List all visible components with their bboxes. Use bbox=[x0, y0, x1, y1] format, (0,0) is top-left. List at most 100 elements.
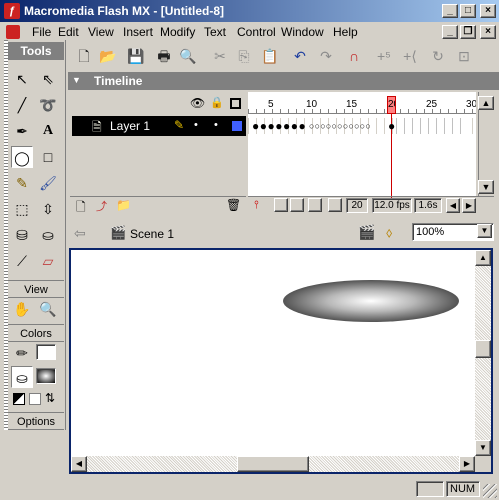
menu-window[interactable]: Window bbox=[281, 25, 324, 39]
document-icon[interactable] bbox=[6, 25, 20, 39]
lasso-tool-icon[interactable]: ➰ bbox=[37, 94, 59, 116]
save-icon[interactable]: 💾 bbox=[126, 46, 146, 66]
empty-frame-circles[interactable]: ○○○○○○○○○○○ bbox=[309, 118, 371, 134]
layer-name[interactable]: Layer 1 bbox=[110, 119, 150, 133]
cut-icon[interactable]: ✂ bbox=[210, 46, 230, 66]
menu-text[interactable]: Text bbox=[204, 25, 226, 39]
oval-tool-icon[interactable]: ◯ bbox=[11, 146, 33, 168]
stage-scroll-down-button[interactable]: ▼ bbox=[475, 440, 491, 456]
paste-icon[interactable]: 📋 bbox=[260, 46, 280, 66]
brush-tool-icon[interactable]: 🖌 bbox=[37, 172, 59, 194]
maximize-button[interactable]: □ bbox=[460, 4, 476, 18]
stage-canvas[interactable]: ▲ ▼ ◀ ▶ bbox=[69, 248, 493, 474]
zoom-tool-icon[interactable]: 🔍 bbox=[37, 298, 59, 320]
fill-transform-tool-icon[interactable]: ⇳ bbox=[37, 198, 59, 220]
free-transform-tool-icon[interactable]: ⬚ bbox=[11, 198, 33, 220]
eyedropper-tool-icon[interactable]: ⟋ bbox=[11, 250, 33, 272]
add-motion-guide-icon[interactable]: ⤴ bbox=[96, 198, 107, 214]
open-folder-icon[interactable]: 📂 bbox=[98, 46, 118, 66]
rectangle-tool-icon[interactable]: □ bbox=[37, 146, 59, 168]
print-icon[interactable]: 🖶 bbox=[154, 46, 174, 66]
undo-icon[interactable]: ↶ bbox=[290, 46, 310, 66]
lock-icon[interactable]: 🔒 bbox=[210, 96, 224, 109]
smooth-icon[interactable]: +⁵ bbox=[374, 46, 394, 66]
stage-scroll-left-button[interactable]: ◀ bbox=[71, 456, 87, 472]
tools-title[interactable]: Tools bbox=[8, 42, 64, 60]
outline-color-square[interactable] bbox=[232, 121, 242, 131]
close-button[interactable]: × bbox=[480, 4, 496, 18]
menu-insert[interactable]: Insert bbox=[123, 25, 153, 39]
pencil-tool-icon[interactable]: ✎ bbox=[11, 172, 33, 194]
onion-skin-icon[interactable] bbox=[274, 198, 288, 212]
menu-control[interactable]: Control bbox=[237, 25, 276, 39]
stage-scroll-right-button[interactable]: ▶ bbox=[459, 456, 475, 472]
redo-icon[interactable]: ↷ bbox=[316, 46, 336, 66]
scroll-down-button[interactable]: ▼ bbox=[478, 180, 494, 194]
delete-layer-icon[interactable]: 🗑 bbox=[226, 198, 241, 212]
doc-close-button[interactable]: × bbox=[480, 25, 496, 39]
frame-rate-field[interactable]: 12.0 fps bbox=[372, 198, 412, 213]
center-frame-icon[interactable]: ⫯ bbox=[254, 199, 259, 212]
line-tool-icon[interactable]: ╱ bbox=[11, 94, 33, 116]
arrow-tool-icon[interactable]: ↖ bbox=[11, 68, 33, 90]
keyframe-dots[interactable]: ●●●●●●● bbox=[252, 118, 306, 134]
chevron-down-icon[interactable]: ▼ bbox=[477, 224, 492, 238]
stage-vertical-thumb[interactable] bbox=[475, 340, 491, 358]
show-hide-eye-icon[interactable]: 👁 bbox=[190, 96, 205, 110]
edit-multiple-frames-icon[interactable] bbox=[308, 198, 322, 212]
flash-app-icon[interactable]: ƒ bbox=[4, 3, 20, 19]
text-tool-icon[interactable]: A bbox=[37, 120, 59, 142]
new-file-icon[interactable]: 🗋 bbox=[74, 46, 94, 66]
straighten-icon[interactable]: +⟨ bbox=[400, 46, 420, 66]
ink-bottle-tool-icon[interactable]: ⛁ bbox=[11, 224, 33, 246]
panel-gripper[interactable] bbox=[4, 40, 8, 430]
scale-icon[interactable]: ⊡ bbox=[454, 46, 474, 66]
menu-help[interactable]: Help bbox=[333, 25, 358, 39]
insert-layer-icon[interactable]: 🗋 bbox=[76, 198, 86, 219]
scroll-left-button[interactable]: ◀ bbox=[446, 198, 460, 213]
back-arrow-icon[interactable]: ⇦ bbox=[74, 225, 86, 242]
end-keyframe-dot[interactable]: ● bbox=[388, 118, 395, 134]
snap-magnet-icon[interactable]: ∩ bbox=[344, 46, 364, 66]
fill-color-swatch[interactable] bbox=[36, 368, 56, 384]
visible-dot[interactable]: • bbox=[194, 119, 198, 131]
collapse-arrow-icon[interactable]: ▼ bbox=[72, 75, 81, 85]
menu-view[interactable]: View bbox=[88, 25, 114, 39]
menu-modify[interactable]: Modify bbox=[160, 25, 195, 39]
no-color-icon[interactable] bbox=[29, 393, 41, 405]
modify-onion-markers-icon[interactable] bbox=[328, 198, 342, 212]
frame-ruler[interactable] bbox=[248, 92, 476, 114]
gradient-oval-shape[interactable] bbox=[283, 280, 459, 322]
doc-minimize-button[interactable]: _ bbox=[442, 25, 458, 39]
scroll-up-button[interactable]: ▲ bbox=[478, 96, 494, 110]
default-colors-icon[interactable] bbox=[13, 393, 25, 405]
eraser-tool-icon[interactable]: ▱ bbox=[37, 250, 59, 272]
rotate-icon[interactable]: ↻ bbox=[428, 46, 448, 66]
print-preview-icon[interactable]: 🔍 bbox=[178, 46, 198, 66]
swap-colors-icon[interactable]: ⇅ bbox=[45, 391, 55, 405]
subselect-tool-icon[interactable]: ⇖ bbox=[37, 68, 59, 90]
stage-scroll-up-button[interactable]: ▲ bbox=[475, 250, 491, 266]
playhead[interactable]: 20 bbox=[387, 96, 396, 114]
edit-scene-icon[interactable]: 🎬 bbox=[358, 224, 375, 241]
zoom-select[interactable]: 100% ▼ bbox=[412, 223, 494, 241]
lock-dot[interactable]: • bbox=[214, 119, 218, 131]
stroke-color-swatch[interactable] bbox=[36, 344, 56, 360]
menu-file[interactable]: File bbox=[32, 25, 51, 39]
layer-row[interactable]: 🗎 Layer 1 ✎ • • bbox=[72, 116, 246, 136]
scene-name[interactable]: Scene 1 bbox=[130, 227, 174, 241]
doc-restore-button[interactable]: ❐ bbox=[460, 25, 476, 39]
outline-icon[interactable] bbox=[230, 98, 241, 109]
stage-horizontal-thumb[interactable] bbox=[237, 456, 309, 472]
hand-tool-icon[interactable]: ✋ bbox=[11, 298, 33, 320]
resize-grip-icon[interactable] bbox=[483, 484, 497, 498]
paint-bucket-tool-icon[interactable]: ⛀ bbox=[37, 224, 59, 246]
insert-layer-folder-icon[interactable]: 📁 bbox=[116, 198, 131, 212]
edit-symbols-icon[interactable]: ⬨ bbox=[386, 224, 392, 241]
copy-icon[interactable]: ⎘ bbox=[234, 46, 254, 66]
scroll-right-button[interactable]: ▶ bbox=[462, 198, 476, 213]
timeline-title-bar[interactable]: ▼ Timeline bbox=[68, 72, 499, 90]
pen-tool-icon[interactable]: ✒ bbox=[11, 120, 33, 142]
minimize-button[interactable]: _ bbox=[442, 4, 458, 18]
menu-edit[interactable]: Edit bbox=[58, 25, 79, 39]
